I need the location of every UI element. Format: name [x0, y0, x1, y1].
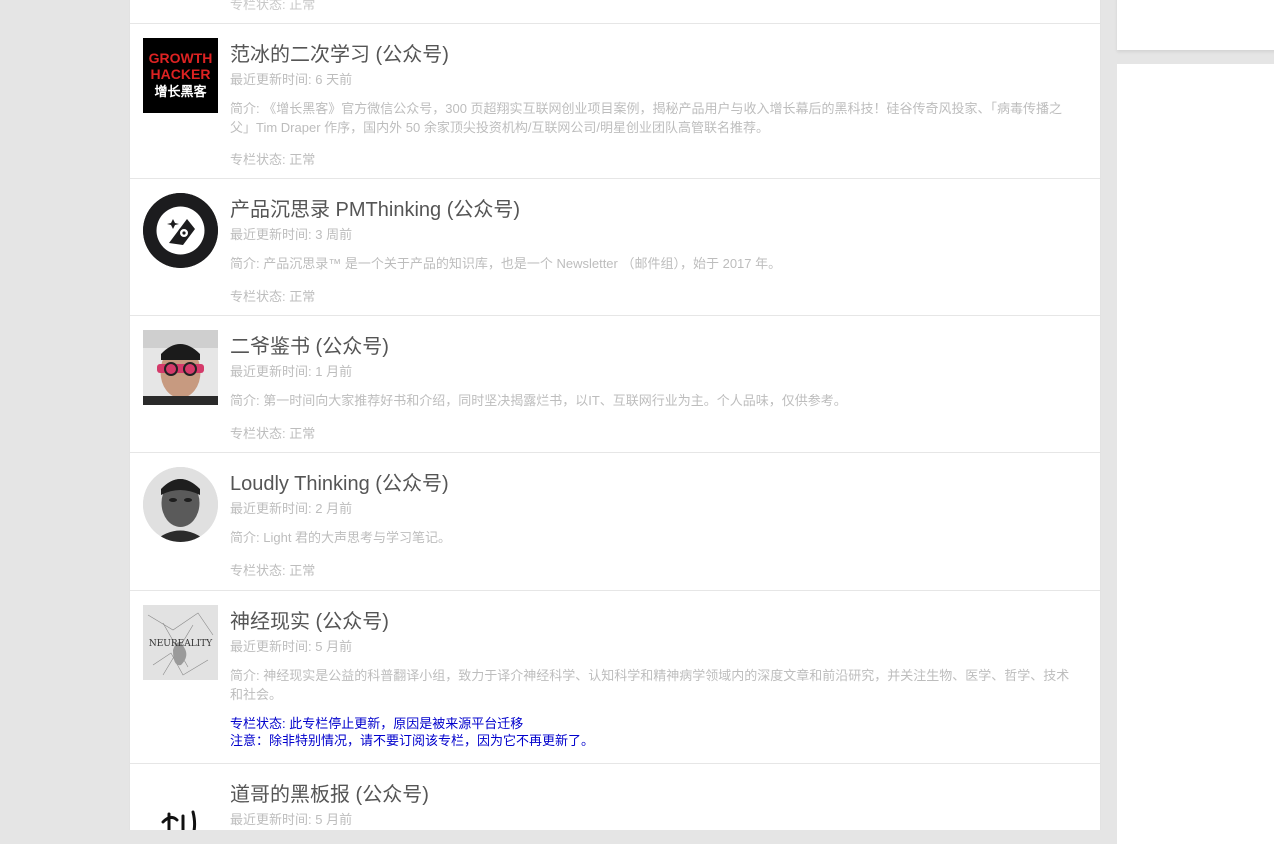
item-title[interactable]: 神经现实 (公众号)	[230, 605, 389, 634]
list-item[interactable]: 二爷鉴书 (公众号) 最近更新时间: 1 月前 简介: 第一时间向大家推荐好书和…	[130, 315, 1100, 453]
item-updated: 最近更新时间: 2 月前	[230, 501, 353, 516]
sidebar-panel	[1117, 64, 1274, 844]
item-title[interactable]: 范冰的二次学习 (公众号)	[230, 38, 449, 67]
item-notice: 注意：除非特别情况，请不要订阅该专栏，因为它不再更新了。	[230, 733, 595, 748]
list-item[interactable]: Loudly Thinking (公众号) 最近更新时间: 2 月前 简介: L…	[130, 452, 1100, 590]
pmthinking-logo[interactable]	[143, 193, 218, 268]
item-status: 专栏状态: 正常	[230, 563, 316, 578]
daoge-logo[interactable]	[143, 778, 218, 830]
item-updated: 最近更新时间: 5 月前	[230, 639, 353, 654]
item-updated: 最近更新时间: 1 月前	[230, 364, 353, 379]
loudly-thinking-avatar[interactable]	[143, 467, 218, 542]
svg-text:GROWTH: GROWTH	[149, 50, 213, 66]
item-status: 专栏状态: 正常	[230, 289, 316, 304]
svg-text:HACKER: HACKER	[151, 66, 211, 82]
list-item[interactable]: GROWTH HACKER 增长黑客 范冰的二次学习 (公众号) 最近更新时间:…	[130, 23, 1100, 179]
item-intro: 简介: 第一时间向大家推荐好书和介绍，同时坚决揭露烂书，以IT、互联网行业为主。…	[230, 393, 847, 408]
item-title[interactable]: Loudly Thinking (公众号)	[230, 467, 449, 496]
item-status: 专栏状态: 正常	[230, 152, 316, 167]
list-item[interactable]: 道哥的黑板报 (公众号) 最近更新时间: 5 月前	[130, 763, 1100, 830]
item-updated: 最近更新时间: 6 天前	[230, 72, 353, 87]
svg-text:NEUREALITY: NEUREALITY	[149, 639, 213, 649]
item-title[interactable]: 二爷鉴书 (公众号)	[230, 330, 389, 359]
item-status-stopped: 专栏状态: 此专栏停止更新，原因是被来源平台迁移	[230, 716, 524, 731]
erye-avatar[interactable]	[143, 330, 218, 405]
svg-text:增长黑客: 增长黑客	[154, 84, 207, 100]
sidebar-top-panel	[1117, 0, 1274, 50]
item-intro: 简介: Light 君的大声思考与学习笔记。	[230, 530, 452, 545]
item-updated: 最近更新时间: 3 周前	[230, 227, 353, 242]
neureality-logo[interactable]: NEUREALITY	[143, 605, 218, 680]
growth-hacker-logo[interactable]: GROWTH HACKER 增长黑客	[143, 38, 218, 113]
item-intro: 简介: 《增长黑客》官方微信公众号，300 页超翔实互联网创业项目案例，揭秘产品…	[230, 101, 1063, 135]
item-intro: 简介: 神经现实是公益的科普翻译小组，致力于译介神经科学、认知科学和精神病学领域…	[230, 668, 1070, 702]
item-status: 专栏状态: 正常	[230, 426, 316, 441]
list-item[interactable]: NEUREALITY 神经现实 (公众号) 最近更新时间: 5 月前 简介: 神…	[130, 590, 1100, 764]
list-item[interactable]: 产品沉思录 PMThinking (公众号) 最近更新时间: 3 周前 简介: …	[130, 178, 1100, 316]
item-updated: 最近更新时间: 5 月前	[230, 812, 353, 827]
item-intro: 简介: 产品沉思录™ 是一个关于产品的知识库，也是一个 Newsletter （…	[230, 256, 782, 271]
column-list: 专栏状态: 正常 GROWTH HACKER 增长黑客 范冰的二次学习 (公众号…	[129, 0, 1101, 830]
item-title[interactable]: 道哥的黑板报 (公众号)	[230, 778, 429, 807]
item-title[interactable]: 产品沉思录 PMThinking (公众号)	[230, 193, 520, 222]
item-status: 专栏状态: 正常	[230, 0, 316, 12]
